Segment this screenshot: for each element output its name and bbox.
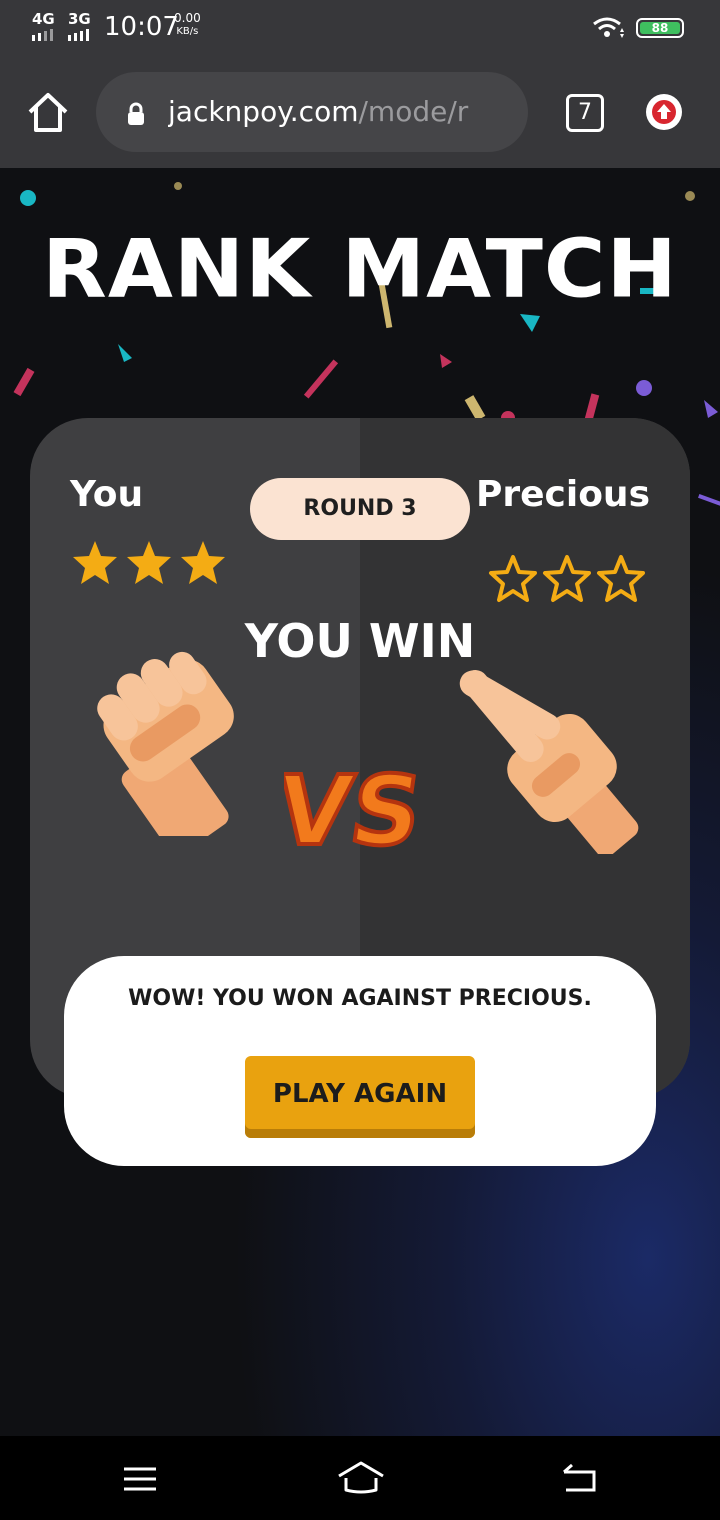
network-type-2: 3G bbox=[68, 10, 91, 28]
navigation-bar bbox=[0, 1436, 720, 1520]
speed-value: 0.00 bbox=[174, 11, 201, 25]
player-name: You bbox=[70, 474, 144, 515]
tabs-icon[interactable]: 7 bbox=[566, 94, 604, 132]
signal-4g: 4G bbox=[32, 12, 55, 41]
back-icon[interactable] bbox=[560, 1462, 600, 1494]
star-filled-icon bbox=[181, 541, 225, 584]
scissors-hand-icon bbox=[459, 670, 639, 854]
signal-3g: 3G bbox=[68, 12, 91, 41]
home-icon[interactable] bbox=[336, 1460, 386, 1494]
home-icon[interactable] bbox=[24, 88, 72, 136]
result-panel: WOW! YOU WON AGAINST PRECIOUS. PLAY AGAI… bbox=[64, 956, 656, 1166]
play-again-button[interactable]: PLAY AGAIN bbox=[245, 1056, 475, 1138]
speed-unit: KB/s bbox=[176, 26, 199, 37]
star-filled-icon bbox=[73, 541, 117, 584]
vs-text: VS bbox=[284, 754, 429, 866]
network-speed: 0.00 KB/s bbox=[174, 12, 201, 38]
opponent-stars bbox=[488, 554, 646, 604]
lock-icon bbox=[128, 102, 144, 125]
player-stars bbox=[70, 538, 228, 588]
game-stage: RANK MATCH You ROUND 3 Precious YOU WIN … bbox=[0, 168, 720, 1436]
url-host: jacknpoy.com bbox=[168, 95, 359, 128]
url-text[interactable]: jacknpoy.com/mode/r bbox=[168, 92, 504, 132]
address-bar[interactable]: jacknpoy.com/mode/r bbox=[96, 72, 528, 152]
opponent-name: Precious bbox=[475, 474, 650, 515]
round-badge: ROUND 3 bbox=[250, 478, 470, 540]
network-type-1: 4G bbox=[32, 10, 55, 28]
vs-logo: VS bbox=[284, 752, 431, 868]
url-path: /mode/r bbox=[358, 95, 469, 128]
clock: 10:07 bbox=[104, 12, 179, 42]
browser-toolbar: jacknpoy.com/mode/r 7 bbox=[0, 56, 720, 168]
star-empty-icon bbox=[597, 555, 645, 602]
wifi-icon bbox=[593, 17, 624, 38]
rock-hand-icon bbox=[97, 651, 234, 836]
result-message: WOW! YOU WON AGAINST PRECIOUS. bbox=[128, 986, 592, 1011]
menu-icon[interactable] bbox=[122, 1466, 158, 1492]
star-empty-icon bbox=[489, 555, 537, 602]
page-title: RANK MATCH bbox=[42, 222, 678, 316]
battery-level: 88 bbox=[640, 22, 680, 34]
star-filled-icon bbox=[127, 541, 171, 584]
upload-icon[interactable] bbox=[646, 94, 682, 130]
status-bar: 4G 3G 10:07 0.00 KB/s 88 bbox=[0, 0, 720, 56]
star-empty-icon bbox=[543, 555, 591, 602]
battery-icon: 88 bbox=[636, 18, 684, 38]
